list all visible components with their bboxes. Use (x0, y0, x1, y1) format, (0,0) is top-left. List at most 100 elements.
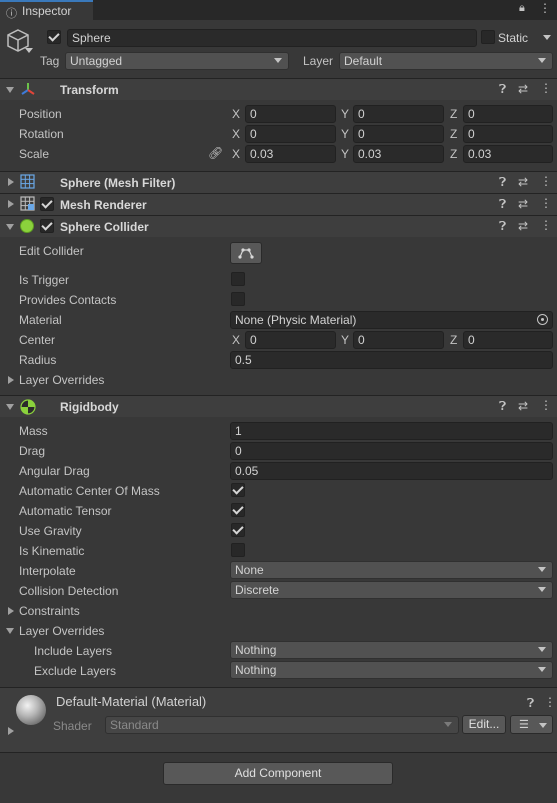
sphere-collider-enabled-checkbox[interactable] (40, 219, 54, 233)
include-layers-dropdown[interactable]: Nothing (230, 641, 553, 659)
tag-label: Tag (40, 54, 60, 68)
mesh-renderer-enabled-checkbox[interactable] (40, 197, 54, 211)
presets-icon[interactable]: ⇄ (518, 82, 528, 96)
sphere-collider-foldout[interactable] (6, 224, 14, 230)
collider-layer-overrides-foldout[interactable] (8, 376, 14, 384)
static-label: Static (498, 31, 529, 45)
constraints-label[interactable]: Constraints (19, 604, 80, 618)
component-menu-icon[interactable]: ⋮ (540, 218, 552, 232)
axis-z-label[interactable]: Z (450, 147, 457, 161)
position-x-field[interactable]: 0 (245, 105, 336, 123)
component-menu-icon[interactable]: ⋮ (540, 398, 552, 412)
axis-x-label[interactable]: X (232, 127, 240, 141)
object-name-field[interactable]: Sphere (67, 29, 477, 47)
is-kinematic-checkbox[interactable] (231, 543, 245, 557)
list-icon: ☰ (519, 719, 529, 731)
component-menu-icon[interactable]: ⋮ (544, 695, 556, 709)
lock-icon[interactable]: 🔒︎ (519, 2, 525, 15)
link-icon[interactable]: 🔗︎ (208, 146, 223, 160)
transform-icon (20, 81, 36, 100)
static-dropdown-caret[interactable] (543, 35, 551, 40)
scale-y-field[interactable]: 0.03 (353, 145, 444, 163)
provides-contacts-checkbox[interactable] (231, 292, 245, 306)
center-x-field[interactable]: 0 (245, 331, 336, 349)
component-menu-icon[interactable]: ⋮ (540, 174, 552, 188)
info-icon: ⓘ (6, 8, 17, 20)
help-icon[interactable]: ❓︎ (499, 197, 506, 212)
rigidbody-foldout[interactable] (6, 404, 14, 410)
scale-x-field[interactable]: 0.03 (245, 145, 336, 163)
component-menu-icon[interactable]: ⋮ (540, 81, 552, 95)
collider-layer-overrides-label[interactable]: Layer Overrides (19, 373, 104, 387)
presets-icon[interactable]: ⇄ (518, 197, 528, 211)
tag-dropdown[interactable]: Untagged (65, 52, 289, 70)
mesh-filter-foldout[interactable] (8, 178, 14, 186)
axis-z-label[interactable]: Z (450, 333, 457, 347)
auto-center-of-mass-label: Automatic Center Of Mass (19, 484, 160, 498)
axis-y-label[interactable]: Y (341, 127, 349, 141)
help-icon[interactable]: ❓︎ (527, 696, 534, 711)
more-menu-icon[interactable]: ⋮ (539, 1, 551, 15)
help-icon[interactable]: ❓︎ (499, 82, 506, 97)
scale-z-field[interactable]: 0.03 (463, 145, 553, 163)
rotation-x-field[interactable]: 0 (245, 125, 336, 143)
is-trigger-checkbox[interactable] (231, 272, 245, 286)
mass-field[interactable]: 1 (230, 422, 553, 440)
collision-detection-dropdown[interactable]: Discrete (230, 581, 553, 599)
shader-options-button[interactable]: ☰ (510, 715, 553, 734)
auto-center-of-mass-checkbox[interactable] (231, 483, 245, 497)
presets-icon[interactable]: ⇄ (518, 399, 528, 413)
center-y-field[interactable]: 0 (353, 331, 444, 349)
center-z-field[interactable]: 0 (463, 331, 553, 349)
axis-y-label[interactable]: Y (341, 333, 349, 347)
tab-inspector[interactable]: ⓘ Inspector (0, 0, 93, 20)
axis-z-label[interactable]: Z (450, 127, 457, 141)
mesh-renderer-title: Mesh Renderer (60, 198, 147, 212)
use-gravity-checkbox[interactable] (231, 523, 245, 537)
is-kinematic-label: Is Kinematic (19, 544, 85, 558)
help-icon[interactable]: ❓︎ (499, 175, 506, 190)
rotation-y-field[interactable]: 0 (353, 125, 444, 143)
physic-material-field[interactable]: None (Physic Material) (230, 311, 553, 329)
layer-dropdown[interactable]: Default (339, 52, 553, 70)
axis-x-label[interactable]: X (232, 107, 240, 121)
presets-icon[interactable]: ⇄ (518, 175, 528, 189)
separator (0, 752, 557, 753)
exclude-layers-dropdown[interactable]: Nothing (230, 661, 553, 679)
material-foldout[interactable] (8, 727, 14, 735)
constraints-foldout[interactable] (8, 607, 14, 615)
axis-x-label[interactable]: X (232, 147, 240, 161)
mesh-renderer-foldout[interactable] (8, 200, 14, 208)
axis-x-label[interactable]: X (232, 333, 240, 347)
rigidbody-title: Rigidbody (60, 400, 119, 414)
shader-edit-button[interactable]: Edit... (462, 715, 506, 734)
shader-dropdown[interactable]: Standard (105, 716, 459, 734)
angular-drag-field[interactable]: 0.05 (230, 462, 553, 480)
rigidbody-layer-overrides-foldout[interactable] (6, 628, 14, 634)
use-gravity-label: Use Gravity (19, 524, 82, 538)
transform-foldout[interactable] (6, 87, 14, 93)
interpolate-dropdown[interactable]: None (230, 561, 553, 579)
material-title: Default-Material (Material) (56, 694, 207, 709)
edit-collider-button[interactable] (230, 242, 262, 264)
position-y-field[interactable]: 0 (353, 105, 444, 123)
axis-y-label[interactable]: Y (341, 147, 349, 161)
position-z-field[interactable]: 0 (463, 105, 553, 123)
axis-z-label[interactable]: Z (450, 107, 457, 121)
axis-y-label[interactable]: Y (341, 107, 349, 121)
active-checkbox[interactable] (47, 30, 61, 44)
rigidbody-layer-overrides-label[interactable]: Layer Overrides (19, 624, 104, 638)
icon-dropdown-caret[interactable] (25, 48, 33, 53)
rigidbody-icon (20, 399, 36, 418)
help-icon[interactable]: ❓︎ (499, 399, 506, 414)
static-checkbox[interactable] (481, 30, 495, 44)
presets-icon[interactable]: ⇄ (518, 219, 528, 233)
add-component-button[interactable]: Add Component (163, 762, 393, 785)
help-icon[interactable]: ❓︎ (499, 219, 506, 234)
drag-field[interactable]: 0 (230, 442, 553, 460)
object-picker-icon[interactable] (537, 314, 548, 325)
auto-tensor-checkbox[interactable] (231, 503, 245, 517)
component-menu-icon[interactable]: ⋮ (540, 196, 552, 210)
radius-field[interactable]: 0.5 (230, 351, 553, 369)
rotation-z-field[interactable]: 0 (463, 125, 553, 143)
